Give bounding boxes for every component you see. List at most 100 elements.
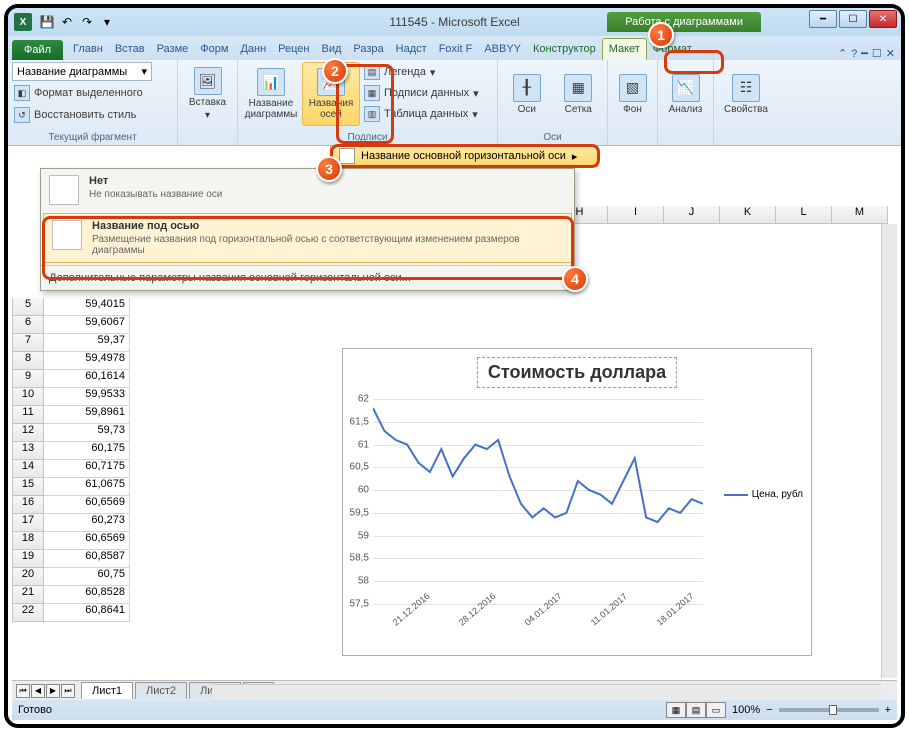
tab-formulas[interactable]: Форм bbox=[194, 39, 234, 60]
view-page-layout[interactable]: ▤ bbox=[686, 702, 706, 718]
cell[interactable]: 60,6569 bbox=[44, 496, 130, 514]
tab-foxit[interactable]: Foxit F bbox=[433, 39, 479, 60]
tab-developer[interactable]: Разра bbox=[347, 39, 389, 60]
cell[interactable]: 60,6569 bbox=[44, 532, 130, 550]
cell[interactable]: 59,4015 bbox=[44, 298, 130, 316]
cell[interactable]: 59,37 bbox=[44, 334, 130, 352]
zoom-slider[interactable] bbox=[779, 708, 879, 712]
cell[interactable]: 61,0675 bbox=[44, 478, 130, 496]
vertical-scrollbar[interactable] bbox=[881, 224, 897, 678]
qat-customize[interactable]: ▾ bbox=[98, 13, 116, 31]
embedded-chart[interactable]: Стоимость доллара 57,55858,55959,56060,5… bbox=[342, 348, 812, 656]
view-normal[interactable]: ▦ bbox=[666, 702, 686, 718]
cell[interactable]: 60,273 bbox=[44, 514, 130, 532]
chart-title-button[interactable]: 📊Название диаграммы bbox=[242, 62, 300, 126]
chart-plot-area[interactable] bbox=[373, 399, 703, 604]
submenu-horizontal-axis-title[interactable]: Название основной горизонтальной оси ▸ bbox=[330, 145, 598, 167]
tab-layout[interactable]: Макет bbox=[602, 38, 647, 60]
sheet-nav-prev[interactable]: ◀ bbox=[31, 684, 45, 698]
row-header[interactable]: 13 bbox=[12, 442, 44, 460]
sheet-nav-first[interactable]: ⏮ bbox=[16, 684, 30, 698]
row-header[interactable]: 10 bbox=[12, 388, 44, 406]
chart-element-selector[interactable]: Название диаграммы▾ bbox=[12, 62, 152, 81]
cell[interactable]: 59,73 bbox=[44, 424, 130, 442]
cell[interactable]: 60,8587 bbox=[44, 550, 130, 568]
row-header[interactable]: 19 bbox=[12, 550, 44, 568]
maximize-button[interactable]: ☐ bbox=[839, 10, 867, 28]
sheet-tab-1[interactable]: Лист1 bbox=[81, 682, 133, 699]
tab-design[interactable]: Конструктор bbox=[527, 39, 602, 60]
column-header[interactable]: I bbox=[608, 206, 664, 224]
row-header[interactable]: 22 bbox=[12, 604, 44, 622]
analysis-button[interactable]: 📉Анализ bbox=[662, 62, 709, 126]
axes-button[interactable]: ╂Оси bbox=[502, 62, 552, 126]
zoom-out-button[interactable]: − bbox=[766, 704, 772, 716]
cell[interactable]: 59,6067 bbox=[44, 316, 130, 334]
dropdown-more-options[interactable]: Дополнительные параметры названия основн… bbox=[41, 265, 574, 290]
cell[interactable]: 59,9533 bbox=[44, 388, 130, 406]
row-header[interactable]: 17 bbox=[12, 514, 44, 532]
qat-save[interactable]: 💾 bbox=[38, 13, 56, 31]
row-header[interactable]: 15 bbox=[12, 478, 44, 496]
column-header[interactable]: L bbox=[776, 206, 832, 224]
tab-home[interactable]: Главн bbox=[67, 39, 109, 60]
tab-pagelayout[interactable]: Разме bbox=[151, 39, 195, 60]
sheet-tab-2[interactable]: Лист2 bbox=[135, 682, 187, 699]
reset-style-button[interactable]: ↺Восстановить стиль bbox=[12, 105, 138, 125]
tab-abbyy[interactable]: ABBYY bbox=[478, 39, 527, 60]
row-header[interactable]: 14 bbox=[12, 460, 44, 478]
tab-view[interactable]: Вид bbox=[316, 39, 348, 60]
cell[interactable]: 60,8528 bbox=[44, 586, 130, 604]
properties-button[interactable]: ☷Свойства bbox=[718, 62, 774, 126]
minimize-button[interactable]: ━ bbox=[809, 10, 837, 28]
cell[interactable]: 60,1614 bbox=[44, 370, 130, 388]
row-header[interactable]: 5 bbox=[12, 298, 44, 316]
chart-title[interactable]: Стоимость доллара bbox=[477, 357, 677, 388]
help-icon[interactable]: ? bbox=[851, 48, 857, 60]
background-button[interactable]: ▧Фон bbox=[612, 62, 653, 126]
row-header[interactable]: 9 bbox=[12, 370, 44, 388]
horizontal-scrollbar[interactable] bbox=[212, 684, 881, 700]
dropdown-item-below-axis[interactable]: Название под осью Размещение названия по… bbox=[43, 213, 572, 263]
ribbon-minimize-icon[interactable]: ⌃ bbox=[838, 47, 847, 60]
gridlines-button[interactable]: ▦Сетка bbox=[554, 62, 604, 126]
row-header[interactable]: 20 bbox=[12, 568, 44, 586]
row-header[interactable]: 11 bbox=[12, 406, 44, 424]
data-labels-button[interactable]: ▦Подписи данных ▾ bbox=[362, 83, 481, 103]
doc-minimize-icon[interactable]: ━ bbox=[861, 47, 868, 60]
doc-restore-icon[interactable]: ☐ bbox=[872, 47, 882, 60]
doc-close-icon[interactable]: ✕ bbox=[886, 47, 895, 60]
zoom-level[interactable]: 100% bbox=[732, 704, 760, 716]
row-header[interactable]: 8 bbox=[12, 352, 44, 370]
column-header[interactable]: J bbox=[664, 206, 720, 224]
dropdown-item-none[interactable]: Нет Не показывать название оси bbox=[41, 169, 574, 211]
row-header[interactable]: 18 bbox=[12, 532, 44, 550]
cell[interactable]: 59,8961 bbox=[44, 406, 130, 424]
format-selection-button[interactable]: ◧Формат выделенного bbox=[12, 83, 145, 103]
row-header[interactable]: 21 bbox=[12, 586, 44, 604]
chart-legend[interactable]: Цена, рубл bbox=[724, 489, 803, 500]
file-tab[interactable]: Файл bbox=[12, 40, 63, 60]
tab-review[interactable]: Рецен bbox=[272, 39, 315, 60]
zoom-in-button[interactable]: + bbox=[885, 704, 891, 716]
cell[interactable]: 60,75 bbox=[44, 568, 130, 586]
row-header[interactable]: 7 bbox=[12, 334, 44, 352]
sheet-nav-last[interactable]: ⏭ bbox=[61, 684, 75, 698]
tab-insert[interactable]: Встав bbox=[109, 39, 151, 60]
legend-button[interactable]: ▤Легенда ▾ bbox=[362, 62, 481, 82]
cell[interactable]: 60,7175 bbox=[44, 460, 130, 478]
tab-data[interactable]: Данн bbox=[234, 39, 272, 60]
close-button[interactable]: ✕ bbox=[869, 10, 897, 28]
column-header[interactable]: M bbox=[832, 206, 888, 224]
cell[interactable]: 60,175 bbox=[44, 442, 130, 460]
tab-addins[interactable]: Надст bbox=[390, 39, 433, 60]
data-table-button[interactable]: ▥Таблица данных ▾ bbox=[362, 104, 481, 124]
column-header[interactable]: K bbox=[720, 206, 776, 224]
cell[interactable]: 60,8641 bbox=[44, 604, 130, 622]
sheet-nav-next[interactable]: ▶ bbox=[46, 684, 60, 698]
cell[interactable]: 59,4978 bbox=[44, 352, 130, 370]
qat-redo[interactable]: ↷ bbox=[78, 13, 96, 31]
row-header[interactable]: 16 bbox=[12, 496, 44, 514]
insert-button[interactable]: 🖼Вставка▾ bbox=[182, 62, 233, 126]
qat-undo[interactable]: ↶ bbox=[58, 13, 76, 31]
